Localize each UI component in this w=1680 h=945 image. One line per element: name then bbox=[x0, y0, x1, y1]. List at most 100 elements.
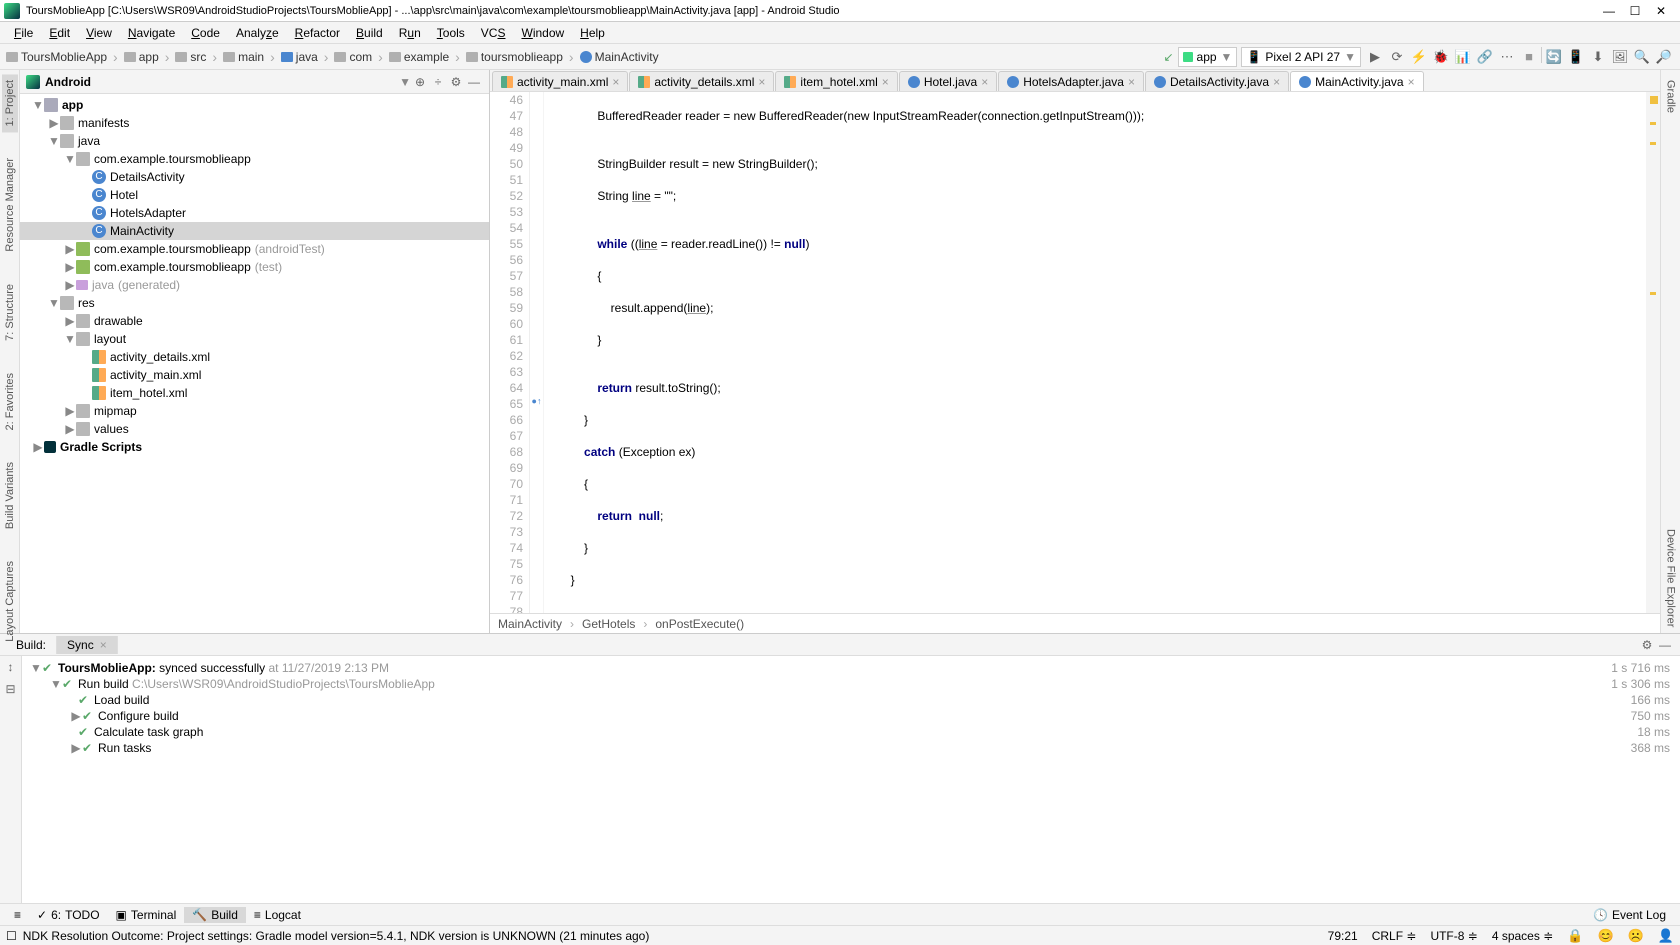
crumb-java[interactable]: java bbox=[281, 50, 318, 64]
tab-hotel[interactable]: Hotel.java× bbox=[899, 71, 997, 91]
tree-pkg-test[interactable]: ▶com.example.toursmoblieapp(test) bbox=[20, 258, 489, 276]
crumb-com[interactable]: com bbox=[334, 50, 372, 64]
close-button[interactable]: ✕ bbox=[1654, 4, 1668, 18]
build-run-tasks[interactable]: ▶✔Run tasks368 ms bbox=[22, 740, 1680, 756]
status-line-sep[interactable]: CRLF ≑ bbox=[1372, 929, 1417, 943]
settings-gear-icon[interactable]: ⚙ bbox=[447, 73, 465, 91]
build-load-build[interactable]: ✔Load build166 ms bbox=[22, 692, 1680, 708]
collapse-all-icon[interactable]: ⊟ bbox=[3, 682, 19, 698]
status-lock-icon[interactable]: 🔒 bbox=[1567, 928, 1583, 944]
build-tab-sync[interactable]: Sync× bbox=[57, 636, 118, 654]
status-icon[interactable]: ☐ bbox=[6, 929, 17, 943]
status-face-sad-icon[interactable]: ☹️ bbox=[1628, 928, 1644, 944]
build-root[interactable]: ▼✔ToursMoblieApp: synced successfully at… bbox=[22, 660, 1680, 676]
hide-panel-icon[interactable]: — bbox=[465, 73, 483, 91]
close-icon[interactable]: × bbox=[1128, 75, 1135, 89]
tree-activity-details-xml[interactable]: activity_details.xml bbox=[20, 348, 489, 366]
avd-manager-button[interactable]: 📱 bbox=[1566, 47, 1586, 67]
menu-run[interactable]: Run bbox=[391, 24, 429, 42]
vtab-device-explorer[interactable]: Device File Explorer bbox=[1663, 523, 1679, 633]
tree-hotel[interactable]: CHotel bbox=[20, 186, 489, 204]
tree-main-activity[interactable]: CMainActivity bbox=[20, 222, 489, 240]
close-icon[interactable]: × bbox=[1408, 75, 1415, 89]
bottom-event-log[interactable]: 🕓 Event Log bbox=[1585, 907, 1674, 923]
bottom-terminal[interactable]: ▣ Terminal bbox=[108, 907, 185, 923]
tree-java-generated[interactable]: ▶java(generated) bbox=[20, 276, 489, 294]
menu-file[interactable]: FFileile bbox=[6, 24, 41, 42]
bc-inner-class[interactable]: GetHotels bbox=[582, 617, 635, 631]
tree-hotels-adapter[interactable]: CHotelsAdapter bbox=[20, 204, 489, 222]
close-icon[interactable]: × bbox=[882, 75, 889, 89]
tree-pkg-androidtest[interactable]: ▶com.example.toursmoblieapp(androidTest) bbox=[20, 240, 489, 258]
tree-manifests[interactable]: ▶manifests bbox=[20, 114, 489, 132]
sync-gradle-button[interactable]: 🔄 bbox=[1544, 47, 1564, 67]
status-position[interactable]: 79:21 bbox=[1328, 929, 1358, 943]
tree-details-activity[interactable]: CDetailsActivity bbox=[20, 168, 489, 186]
vtab-layout-captures[interactable]: Layout Captures bbox=[2, 555, 18, 648]
tree-mipmap[interactable]: ▶mipmap bbox=[20, 402, 489, 420]
chevron-down-icon[interactable]: ▼ bbox=[399, 75, 411, 89]
menu-help[interactable]: Help bbox=[572, 24, 613, 42]
close-icon[interactable]: × bbox=[612, 75, 619, 89]
vtab-build-variants[interactable]: Build Variants bbox=[2, 456, 18, 535]
tree-app[interactable]: ▼app bbox=[20, 96, 489, 114]
crumb-app[interactable]: app bbox=[124, 50, 159, 64]
vtab-gradle[interactable]: Gradle bbox=[1663, 74, 1679, 119]
bottom-logcat[interactable]: ≡ Logcat bbox=[246, 907, 309, 923]
menu-navigate[interactable]: Navigate bbox=[120, 24, 183, 42]
status-encoding[interactable]: UTF-8 ≑ bbox=[1430, 929, 1477, 943]
device-selector[interactable]: 📱Pixel 2 API 27▼ bbox=[1241, 47, 1361, 67]
collapse-all-icon[interactable]: ÷ bbox=[429, 73, 447, 91]
menu-tools[interactable]: Tools bbox=[429, 24, 473, 42]
bottom-build[interactable]: 🔨 Build bbox=[184, 907, 246, 923]
menu-view[interactable]: View bbox=[78, 24, 120, 42]
tree-drawable[interactable]: ▶drawable bbox=[20, 312, 489, 330]
tree-gradle-scripts[interactable]: ▶Gradle Scripts bbox=[20, 438, 489, 456]
tab-main-activity[interactable]: MainActivity.java× bbox=[1290, 71, 1424, 91]
line-number-gutter[interactable]: 4647484950515253545556575859606162636465… bbox=[490, 92, 530, 613]
profile-button[interactable]: 📊 bbox=[1453, 47, 1473, 67]
status-user-icon[interactable]: 👤 bbox=[1658, 928, 1674, 944]
bottom-todo[interactable]: ✓ 6: TODO bbox=[29, 907, 108, 923]
apply-code-changes-button[interactable]: ⚡ bbox=[1409, 47, 1429, 67]
attach-debugger-button[interactable]: 🔗 bbox=[1475, 47, 1495, 67]
build-run-build[interactable]: ▼✔Run build C:\Users\WSR09\AndroidStudio… bbox=[22, 676, 1680, 692]
bc-class[interactable]: MainActivity bbox=[498, 617, 562, 631]
crumb-pkg[interactable]: toursmoblieapp bbox=[466, 50, 563, 64]
menu-build[interactable]: Build bbox=[348, 24, 391, 42]
tab-activity-main[interactable]: activity_main.xml× bbox=[492, 71, 628, 91]
vtab-resource-manager[interactable]: Resource Manager bbox=[2, 152, 18, 258]
build-configure-build[interactable]: ▶✔Configure build750 ms bbox=[22, 708, 1680, 724]
menu-edit[interactable]: Edit bbox=[41, 24, 78, 42]
debug-button[interactable]: 🐞 bbox=[1431, 47, 1451, 67]
layout-inspector-button[interactable]: 🔍 bbox=[1632, 47, 1652, 67]
close-icon[interactable]: × bbox=[981, 75, 988, 89]
tree-values[interactable]: ▶values bbox=[20, 420, 489, 438]
crumb-class[interactable]: MainActivity bbox=[580, 50, 659, 64]
build-settings-icon[interactable]: ⚙ bbox=[1638, 638, 1656, 652]
back-icon[interactable]: ↙ bbox=[1163, 50, 1173, 64]
tree-item-hotel-xml[interactable]: item_hotel.xml bbox=[20, 384, 489, 402]
editor-scrollbar[interactable] bbox=[1646, 92, 1660, 613]
scroll-from-source-icon[interactable]: ⊕ bbox=[411, 73, 429, 91]
vtab-favorites[interactable]: 2: Favorites bbox=[2, 367, 18, 436]
tab-activity-details[interactable]: activity_details.xml× bbox=[629, 71, 774, 91]
tab-details-activity[interactable]: DetailsActivity.java× bbox=[1145, 71, 1289, 91]
sdk-manager-button[interactable]: ⬇ bbox=[1588, 47, 1608, 67]
minimize-button[interactable]: — bbox=[1602, 4, 1616, 18]
crumb-main[interactable]: main bbox=[223, 50, 264, 64]
menu-window[interactable]: Window bbox=[513, 24, 572, 42]
tree-java[interactable]: ▼java bbox=[20, 132, 489, 150]
menu-analyze[interactable]: Analyze bbox=[228, 24, 287, 42]
menu-code[interactable]: Code bbox=[183, 24, 228, 42]
apply-changes-button[interactable]: ⟳ bbox=[1387, 47, 1407, 67]
stop-button[interactable]: ■ bbox=[1519, 47, 1539, 67]
more-run-button[interactable]: ⋯ bbox=[1497, 47, 1517, 67]
close-icon[interactable]: × bbox=[100, 638, 107, 652]
close-icon[interactable]: × bbox=[1273, 75, 1280, 89]
status-face-happy-icon[interactable]: 😊 bbox=[1597, 928, 1613, 944]
project-view-title[interactable]: Android bbox=[45, 75, 396, 89]
menu-refactor[interactable]: Refactor bbox=[287, 24, 348, 42]
tree-pkg-main[interactable]: ▼com.example.toursmoblieapp bbox=[20, 150, 489, 168]
maximize-button[interactable]: ☐ bbox=[1628, 4, 1642, 18]
